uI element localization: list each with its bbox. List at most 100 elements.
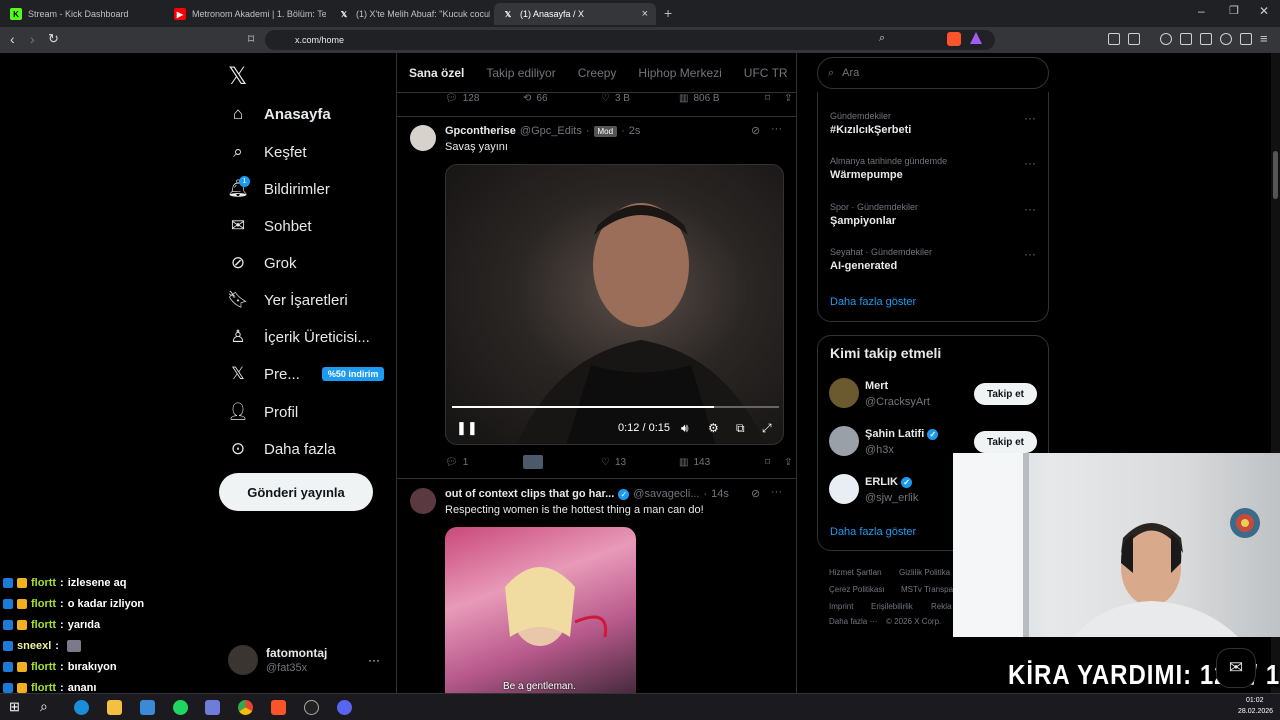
views-button[interactable]: ▥ 143 bbox=[679, 457, 757, 468]
pip-icon[interactable]: ⧉ bbox=[736, 421, 745, 436]
brave-shields-icon[interactable] bbox=[947, 32, 961, 46]
wallet-icon[interactable] bbox=[1128, 33, 1140, 45]
tab-following[interactable]: Takip ediliyor bbox=[486, 66, 555, 80]
chrome-icon[interactable] bbox=[238, 700, 253, 715]
trend-item[interactable]: Almanya tarihinde gündemde Wärmepumpe bbox=[830, 156, 947, 181]
nav-explore[interactable]: ⌕ Keşfet bbox=[228, 142, 306, 162]
minimize-icon[interactable]: – bbox=[1198, 4, 1205, 18]
repost-button[interactable]: ⟲ 66 bbox=[523, 93, 601, 104]
grok-icon[interactable]: ⊘ bbox=[751, 124, 760, 137]
trend-item[interactable]: Spor · Gündemdekiler Şampiyonlar bbox=[830, 202, 918, 227]
reload-icon[interactable]: ↻ bbox=[48, 31, 59, 47]
tab-hiphop[interactable]: Hiphop Merkezi bbox=[638, 66, 721, 80]
avatar[interactable] bbox=[228, 645, 258, 675]
sidebar-icon[interactable] bbox=[1180, 33, 1192, 45]
more-icon[interactable]: ··· bbox=[1024, 111, 1036, 125]
forward-icon[interactable]: › bbox=[30, 31, 35, 47]
video-track[interactable] bbox=[452, 406, 779, 408]
trend-item[interactable]: Seyahat · Gündemdekiler AI-generated bbox=[830, 247, 932, 272]
show-more-follow-link[interactable]: Daha fazla göster bbox=[830, 526, 916, 538]
footer-link[interactable]: Hizmet Şartları bbox=[829, 568, 882, 577]
tab-kick[interactable]: K Stream - Kick Dashboard bbox=[2, 3, 162, 25]
tab-x-melih[interactable]: 𝕏 (1) X'te Melih Abuaf: "Kucuk cocuk\ bbox=[330, 3, 490, 25]
restore-icon[interactable]: ❐ bbox=[1229, 4, 1239, 17]
nav-grok[interactable]: ⊘ Grok bbox=[228, 253, 297, 273]
spotify-icon[interactable] bbox=[173, 700, 188, 715]
footer-link[interactable]: Daha fazla ··· bbox=[829, 617, 877, 626]
share-icon[interactable]: ⇪ bbox=[784, 93, 792, 104]
nav-bookmarks[interactable]: 🔖︎ Yer İşaretleri bbox=[227, 290, 347, 310]
url-field[interactable]: x.com/home bbox=[265, 30, 995, 50]
reply-button[interactable]: 💬︎ 128 bbox=[445, 93, 523, 104]
views-button[interactable]: ▥ 806 B bbox=[679, 93, 757, 104]
vpn-icon[interactable] bbox=[1240, 33, 1252, 45]
footer-link[interactable]: Erişilebilirlik bbox=[871, 602, 913, 611]
more-icon[interactable]: ··· bbox=[771, 123, 782, 135]
footer-link[interactable]: Gizlilik Politika bbox=[899, 568, 950, 577]
nav-profile[interactable]: 👤︎ Profil bbox=[227, 402, 298, 422]
more-icon[interactable]: ··· bbox=[1024, 202, 1036, 216]
nav-creator[interactable]: ♙ İçerik Üreticisi... bbox=[228, 327, 369, 347]
tab-youtube[interactable]: ▶ Metronom Akademi | 1. Bölüm: Ter D bbox=[166, 3, 326, 25]
avatar[interactable] bbox=[829, 474, 859, 504]
suggested-name[interactable]: Şahin Latifi bbox=[865, 428, 924, 440]
tab-creepy[interactable]: Creepy bbox=[578, 66, 617, 80]
settings-icon[interactable]: ⚙ bbox=[708, 421, 719, 435]
author-name[interactable]: Gpcontherise bbox=[445, 125, 516, 137]
more-icon[interactable]: ··· bbox=[1024, 247, 1036, 261]
like-button[interactable]: ♡ 13 bbox=[601, 457, 679, 468]
nav-premium[interactable]: 𝕏 Pre... %50 indirim bbox=[228, 364, 385, 384]
zoom-icon[interactable]: ⌕ bbox=[879, 32, 885, 45]
tab-ufc[interactable]: UFC TR bbox=[744, 66, 788, 80]
follow-button[interactable]: Takip et bbox=[974, 383, 1037, 405]
bookmark-icon[interactable]: ⌑ bbox=[765, 93, 770, 104]
volume-icon[interactable]: 🔊︎ bbox=[681, 421, 689, 436]
scrollbar-thumb[interactable] bbox=[1273, 151, 1278, 199]
brave-rewards-icon[interactable] bbox=[970, 32, 982, 44]
repost-button[interactable] bbox=[523, 455, 601, 469]
post-time[interactable]: 14s bbox=[711, 488, 729, 500]
messages-drawer-button[interactable]: ✉ bbox=[1216, 648, 1256, 688]
wallet2-icon[interactable] bbox=[1200, 33, 1212, 45]
tab-for-you[interactable]: Sana özel bbox=[409, 66, 464, 80]
brave-icon[interactable] bbox=[271, 700, 286, 715]
avatar[interactable] bbox=[829, 378, 859, 408]
discord-icon[interactable] bbox=[337, 700, 352, 715]
avatar[interactable] bbox=[410, 125, 436, 151]
extensions-icon[interactable] bbox=[1108, 33, 1120, 45]
author-name[interactable]: out of context clips that go har... bbox=[445, 488, 614, 500]
author-handle[interactable]: @savagecli... bbox=[633, 488, 699, 500]
author-handle[interactable]: @Gpc_Edits bbox=[520, 125, 582, 137]
tab-x-home[interactable]: 𝕏 (1) Anasayfa / X × bbox=[494, 3, 656, 25]
clock-date[interactable]: 28.02.2026 bbox=[1238, 708, 1273, 715]
avatar[interactable] bbox=[829, 426, 859, 456]
search-icon[interactable]: ⌕ bbox=[40, 698, 48, 715]
clock-time[interactable]: 01:02 bbox=[1246, 697, 1264, 704]
grok-icon[interactable]: ⊘ bbox=[751, 487, 760, 500]
suggested-name[interactable]: Mert bbox=[865, 380, 888, 392]
account-menu-icon[interactable]: ··· bbox=[368, 653, 380, 667]
trend-item[interactable]: Gündemdekiler #KızılcıkŞerbeti bbox=[830, 111, 911, 136]
show-more-trends-link[interactable]: Daha fazla göster bbox=[830, 296, 916, 308]
edge-icon[interactable] bbox=[74, 700, 89, 715]
post-time[interactable]: 2s bbox=[629, 125, 641, 137]
more-icon[interactable]: ··· bbox=[771, 486, 782, 498]
reply-button[interactable]: 💬︎ 1 bbox=[445, 457, 523, 468]
leo-icon[interactable] bbox=[1220, 33, 1232, 45]
file-explorer-icon[interactable] bbox=[107, 700, 122, 715]
search-input[interactable]: ⌕ Ara bbox=[817, 57, 1049, 89]
post-media[interactable]: Be a gentleman. bbox=[445, 527, 636, 693]
nav-more[interactable]: ⊙ Daha fazla bbox=[228, 439, 336, 459]
app-icon[interactable] bbox=[140, 700, 155, 715]
footer-link[interactable]: MSTv Transpa bbox=[901, 585, 953, 594]
new-tab-icon[interactable]: + bbox=[664, 5, 672, 21]
suggested-name[interactable]: ERLIK bbox=[865, 476, 898, 488]
fullscreen-icon[interactable]: ⤢ bbox=[762, 421, 772, 436]
calculator-icon[interactable] bbox=[205, 700, 220, 715]
media-icon[interactable] bbox=[1160, 33, 1172, 45]
footer-link[interactable]: Çerez Politikası bbox=[829, 585, 885, 594]
menu-icon[interactable]: ≡ bbox=[1260, 31, 1268, 46]
pause-icon[interactable]: ❚❚ bbox=[456, 420, 478, 436]
like-button[interactable]: ♡ 3 B bbox=[601, 93, 679, 104]
nav-notifications[interactable]: 🔔︎ 1 Bildirimler bbox=[227, 176, 330, 199]
